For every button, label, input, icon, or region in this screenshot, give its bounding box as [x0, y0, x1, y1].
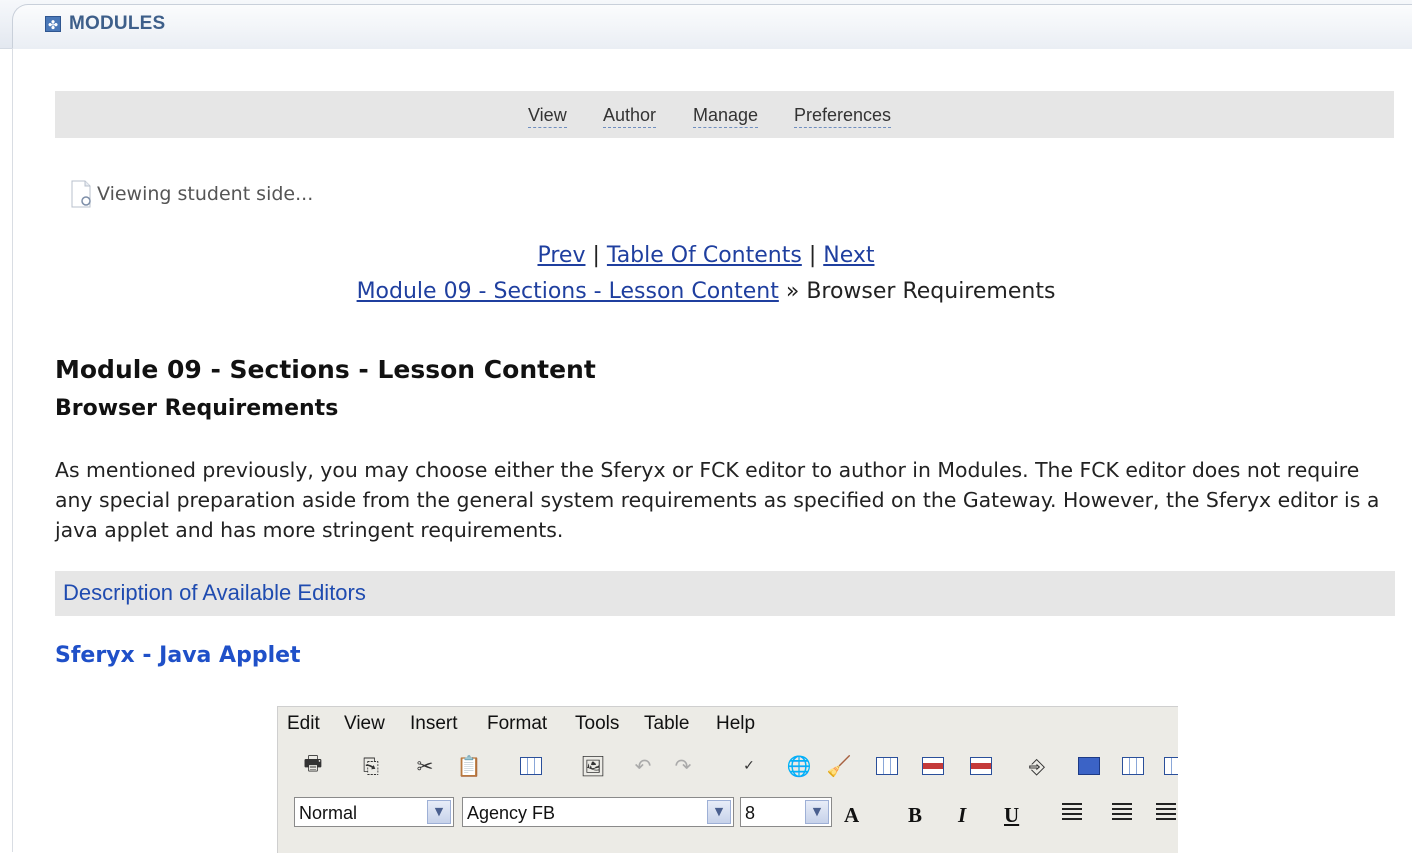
prev-link[interactable]: Prev — [537, 243, 585, 268]
document-view-icon — [71, 180, 91, 208]
bold-button[interactable]: B — [908, 803, 922, 828]
module-title: Module 09 - Sections - Lesson Content — [55, 355, 596, 384]
print-icon[interactable]: 🖶 — [300, 751, 326, 779]
portlet-border — [12, 48, 13, 852]
portlet-title: MODULES — [69, 13, 166, 34]
insert-image-icon[interactable]: 🖼 — [580, 753, 606, 779]
portlet-tab — [12, 4, 1412, 49]
chevron-down-icon[interactable]: ▼ — [707, 800, 731, 824]
pager-separator: | — [592, 243, 600, 268]
nav-manage[interactable]: Manage — [693, 105, 759, 128]
align-left-icon[interactable] — [1062, 803, 1082, 821]
description-bar: Description of Available Editors — [55, 571, 1395, 616]
chevron-down-icon[interactable]: ▼ — [427, 800, 451, 824]
merge-cell-icon[interactable] — [1162, 753, 1178, 779]
font-family-value: Agency FB — [467, 803, 556, 823]
breadcrumb-current: Browser Requirements — [806, 279, 1056, 304]
menu-insert[interactable]: Insert — [410, 713, 458, 735]
split-cell-icon[interactable] — [1120, 753, 1146, 779]
insert-row-icon[interactable] — [920, 753, 946, 779]
nav-author[interactable]: Author — [603, 105, 657, 128]
paragraph-style-value: Normal — [299, 803, 358, 823]
grow-font-icon[interactable]: A — [844, 803, 859, 828]
section-title: Browser Requirements — [55, 396, 339, 421]
menu-view[interactable]: View — [344, 713, 385, 735]
underline-button[interactable]: U — [1004, 803, 1019, 828]
undo-icon[interactable]: ↶ — [630, 753, 656, 779]
font-size-value: 8 — [745, 803, 756, 823]
editor-menubar: Edit View Insert Format Tools Table Help — [278, 707, 1178, 741]
cell-properties-icon[interactable] — [1076, 753, 1102, 779]
font-size-select[interactable]: 8 ▼ — [740, 797, 832, 827]
font-family-select[interactable]: Agency FB ▼ — [462, 797, 734, 827]
align-right-icon[interactable] — [1156, 803, 1176, 821]
paste-icon[interactable]: 📋 — [456, 753, 482, 779]
insert-table-icon[interactable] — [518, 753, 544, 779]
menu-format[interactable]: Format — [487, 713, 547, 735]
table-properties-icon[interactable] — [874, 753, 900, 779]
modules-icon: ✤ — [45, 16, 61, 32]
nav-preferences[interactable]: Preferences — [794, 105, 892, 128]
next-link[interactable]: Next — [823, 243, 874, 268]
spellcheck-icon[interactable]: ✓ — [736, 753, 762, 779]
portlet-header — [0, 0, 1412, 49]
menu-table[interactable]: Table — [644, 713, 689, 735]
paragraph-style-select[interactable]: Normal ▼ — [294, 797, 454, 827]
insert-column-icon[interactable] — [968, 753, 994, 779]
redo-icon[interactable]: ↷ — [670, 753, 696, 779]
section-paragraph: As mentioned previously, you may choose … — [55, 458, 1380, 542]
align-center-icon[interactable] — [1112, 803, 1132, 821]
clean-format-icon[interactable]: 🧹 — [826, 753, 852, 779]
editor-toolbar-format: Normal ▼ Agency FB ▼ 8 ▼ A B I U — [278, 791, 1178, 831]
nav-view[interactable]: View — [528, 105, 567, 128]
italic-button[interactable]: I — [958, 803, 966, 828]
cut-icon[interactable]: ✂ — [412, 753, 438, 779]
web-publish-icon[interactable]: 🌐 — [786, 753, 812, 779]
copy-icon[interactable]: ⎘ — [358, 753, 384, 779]
viewing-status: Viewing student side... — [97, 183, 314, 205]
tool-nav-bar: View Author Manage Preferences — [55, 91, 1394, 138]
chevron-down-icon[interactable]: ▼ — [805, 800, 829, 824]
sferyx-editor-screenshot: Edit View Insert Format Tools Table Help… — [277, 706, 1178, 853]
pager: Prev | Table Of Contents | Next — [0, 243, 1412, 268]
sferyx-heading: Sferyx - Java Applet — [55, 643, 301, 668]
toc-link[interactable]: Table Of Contents — [607, 243, 802, 268]
breadcrumb-separator: » — [785, 279, 800, 304]
description-bar-title: Description of Available Editors — [63, 580, 366, 605]
menu-help[interactable]: Help — [716, 713, 755, 735]
editor-toolbar-main: 🖶 ⎘ ✂ 📋 🖼 ↶ ↷ ✓ 🌐 🧹 ⎆ — [278, 745, 1178, 787]
menu-edit[interactable]: Edit — [287, 713, 320, 735]
export-icon[interactable]: ⎆ — [1024, 753, 1050, 779]
menu-tools[interactable]: Tools — [575, 713, 619, 735]
breadcrumb: Module 09 - Sections - Lesson Content » … — [0, 279, 1412, 304]
breadcrumb-module-link[interactable]: Module 09 - Sections - Lesson Content — [357, 279, 779, 304]
pager-separator: | — [808, 243, 817, 268]
